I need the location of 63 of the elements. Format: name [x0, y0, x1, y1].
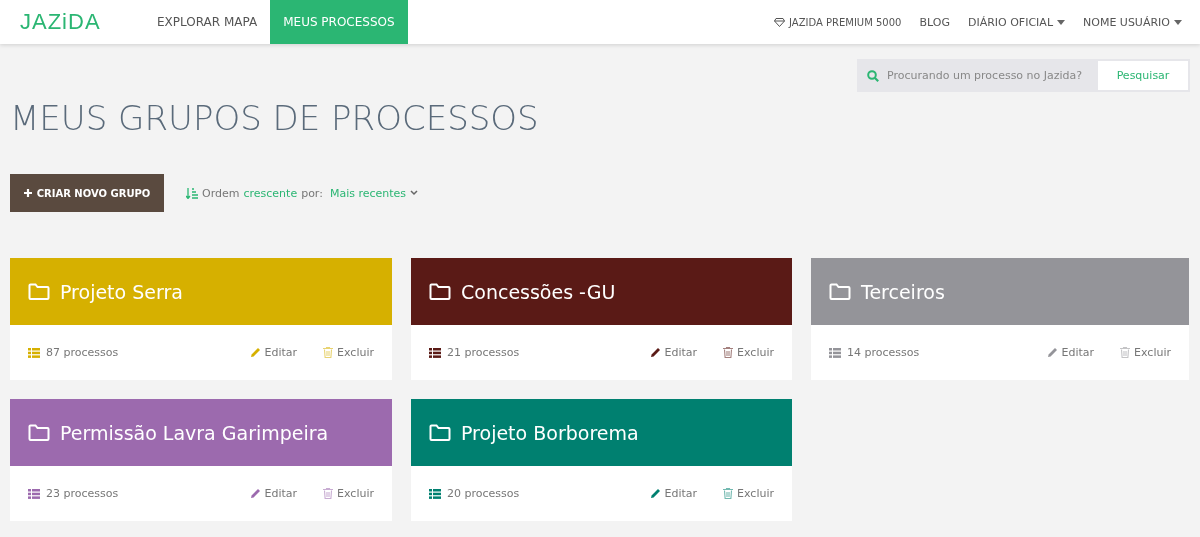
list-icon	[829, 347, 841, 358]
sort-dropdown[interactable]: Ordem crescente por: Mais recentes	[186, 186, 419, 200]
card-header[interactable]: Terceiros	[811, 258, 1189, 325]
list-icon	[429, 347, 441, 358]
folder-icon	[429, 283, 451, 300]
page-title: MEUS GRUPOS DE PROCESSOS	[10, 98, 540, 138]
process-count: 20 processos	[447, 487, 521, 500]
list-icon	[28, 488, 40, 499]
delete-button[interactable]: Excluir	[723, 346, 774, 359]
caret-icon	[1174, 19, 1182, 25]
process-count: 87 processos	[46, 346, 120, 359]
list-icon	[429, 488, 441, 499]
trash-icon	[723, 488, 734, 499]
pencil-icon	[1046, 347, 1058, 358]
card-header[interactable]: Projeto Borborema	[411, 399, 792, 466]
folder-icon	[429, 424, 451, 441]
diamond-icon	[774, 17, 786, 27]
process-count: 23 processos	[46, 487, 120, 500]
delete-button[interactable]: Excluir	[723, 487, 774, 500]
edit-button[interactable]: Editar	[649, 346, 698, 359]
search-field[interactable]: Procurando um processo no Jazida? Pesquisar	[857, 59, 1190, 92]
nav-tab[interactable]: EXPLORAR MAPA	[144, 0, 271, 44]
menu-dropdown[interactable]: DIÁRIO OFICIAL	[967, 15, 1053, 29]
premium-link[interactable]: JAZIDA PREMIUM 5000	[774, 0, 902, 44]
group-name: Projeto Borborema	[461, 421, 639, 444]
edit-button[interactable]: Editar	[649, 487, 698, 500]
blog-link[interactable]: BLOG	[919, 0, 950, 44]
create-group-button[interactable]: CRIAR NOVO GRUPO	[10, 174, 164, 212]
edit-button[interactable]: Editar	[249, 487, 298, 500]
trash-icon	[323, 347, 334, 358]
trash-icon	[323, 488, 334, 499]
group-name: Projeto Serra	[60, 280, 183, 303]
delete-button[interactable]: Excluir	[323, 487, 374, 500]
folder-icon	[829, 283, 851, 300]
pencil-icon	[249, 488, 261, 499]
nav-tab[interactable]: MEUS PROCESSOS	[270, 0, 408, 44]
list-icon	[28, 347, 40, 358]
caret-icon	[1057, 19, 1065, 25]
trash-icon	[723, 347, 734, 358]
menu-dropdown[interactable]: NOME USUÁRIO	[1083, 15, 1170, 29]
process-count: 14 processos	[847, 346, 921, 359]
plus-icon	[23, 189, 32, 197]
search-icon	[867, 69, 879, 82]
card-header[interactable]: Permissão Lavra Garimpeira	[10, 399, 392, 466]
group-name: Permissão Lavra Garimpeira	[60, 421, 329, 444]
delete-button[interactable]: Excluir	[1120, 346, 1171, 359]
pencil-icon	[649, 488, 661, 499]
folder-icon	[28, 424, 50, 441]
logo[interactable]: JAZiDA	[20, 0, 144, 44]
search-button[interactable]: Pesquisar	[1098, 61, 1188, 90]
card-header[interactable]: Concessões -GU	[411, 258, 792, 325]
edit-button[interactable]: Editar	[1046, 346, 1095, 359]
chevron-icon	[410, 190, 419, 196]
trash-icon	[1120, 347, 1131, 358]
group-name: Concessões -GU	[461, 280, 616, 303]
edit-button[interactable]: Editar	[249, 346, 298, 359]
folder-icon	[28, 283, 50, 300]
sort-icon	[186, 187, 198, 199]
delete-button[interactable]: Excluir	[323, 346, 374, 359]
pencil-icon	[649, 347, 661, 358]
pencil-icon	[249, 347, 261, 358]
process-count: 21 processos	[447, 346, 521, 359]
group-name: Terceiros	[861, 280, 945, 303]
